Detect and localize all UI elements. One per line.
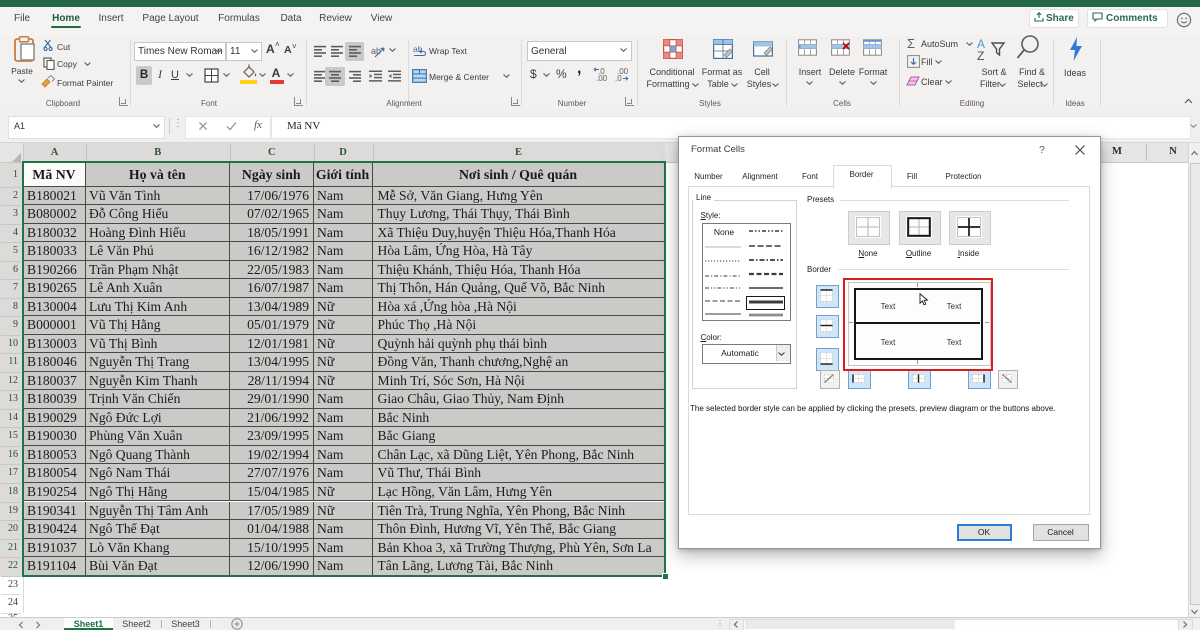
svg-text:ab: ab <box>371 46 381 56</box>
svg-text:.0: .0 <box>598 67 605 76</box>
svg-text:.0: .0 <box>615 74 622 82</box>
svg-text:Z: Z <box>977 49 984 62</box>
